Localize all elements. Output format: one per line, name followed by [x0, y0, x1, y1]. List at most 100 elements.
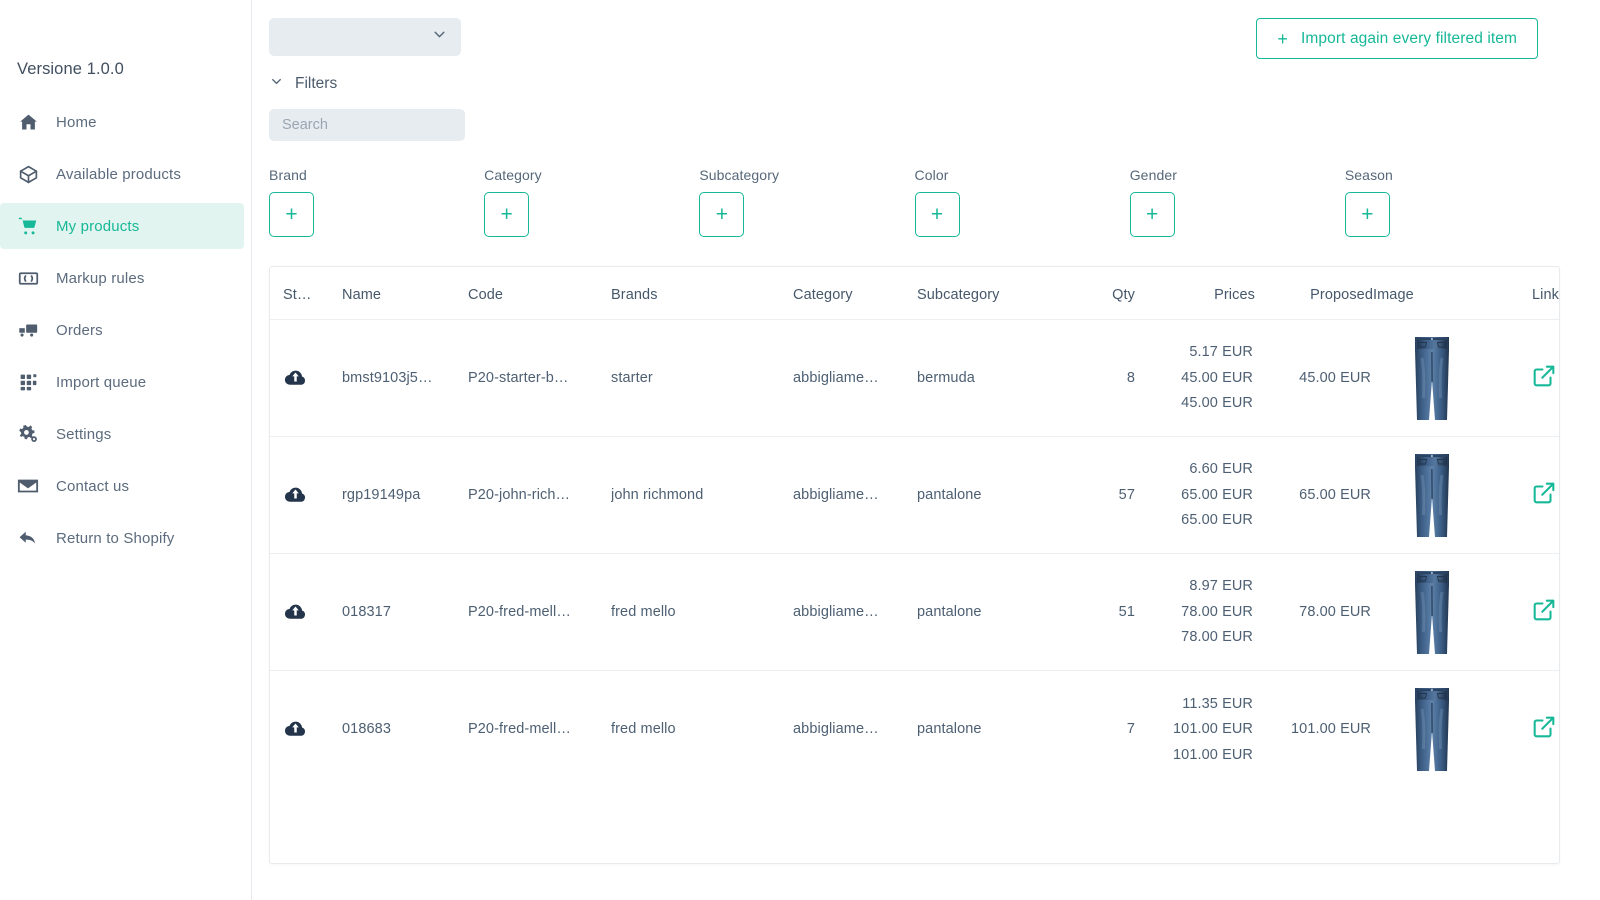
sidebar-item-return-to-shopify[interactable]: Return to Shopify — [0, 515, 244, 561]
column-header-image[interactable]: Image — [1373, 267, 1491, 320]
product-thumbnail — [1373, 685, 1491, 773]
cell-brand: starter — [611, 320, 793, 437]
filter-group-color: Color + — [915, 167, 1130, 237]
column-header-code[interactable]: Code — [468, 267, 611, 320]
filters-toggle[interactable]: Filters — [269, 74, 337, 94]
plus-icon: + — [1146, 204, 1158, 225]
back-arrow-icon — [17, 527, 39, 549]
external-link-icon[interactable] — [1531, 597, 1557, 627]
cell-subcategory: bermuda — [917, 320, 1057, 437]
add-color-filter-button[interactable]: + — [915, 192, 960, 237]
import-again-button[interactable]: + Import again every filtered item — [1256, 18, 1538, 59]
column-header-proposed[interactable]: Proposed — [1255, 267, 1373, 320]
jeans-thumbnail-svg — [1408, 568, 1456, 656]
proposed-price: 65.00 EUR — [1255, 487, 1373, 503]
sidebar-item-label: Contact us — [56, 478, 129, 495]
table-row[interactable]: 018683P20-fred-mell…fred melloabbigliame… — [270, 671, 1560, 788]
cloud-upload-icon[interactable] — [270, 717, 340, 742]
search-input[interactable] — [269, 109, 465, 141]
sidebar: Versione 1.0.0 Home Available products My … — [0, 0, 252, 900]
cell-name: rgp19149pa — [340, 437, 468, 554]
sidebar-item-label: Import queue — [56, 374, 146, 391]
cell-status — [270, 437, 340, 554]
chevron-down-icon — [269, 74, 284, 94]
cell-status — [270, 320, 340, 437]
proposed-price: 78.00 EUR — [1255, 604, 1373, 620]
sidebar-item-settings[interactable]: Settings — [0, 411, 244, 457]
column-header-subcategory[interactable]: Subcategory — [917, 267, 1057, 320]
sidebar-item-available-products[interactable]: Available products — [0, 151, 244, 197]
price-retail: 65.00 EUR — [1181, 488, 1253, 503]
sidebar-item-orders[interactable]: Orders — [0, 307, 244, 353]
cloud-upload-icon[interactable] — [270, 483, 340, 508]
sidebar-item-my-products[interactable]: My products — [0, 203, 244, 249]
cell-prices: 5.17 EUR45.00 EUR45.00 EUR — [1135, 320, 1255, 437]
column-header-category[interactable]: Category — [793, 267, 917, 320]
column-header-qty[interactable]: Qty — [1057, 267, 1135, 320]
grid-icon — [17, 371, 39, 393]
cell-link — [1491, 554, 1560, 671]
store-select-dropdown[interactable] — [269, 18, 461, 56]
column-header-prices[interactable]: Prices — [1135, 267, 1255, 320]
price-cost: 8.97 EUR — [1189, 579, 1253, 594]
products-table-card: St…NameCodeBrandsCategorySubcategoryQtyP… — [269, 266, 1560, 864]
add-category-filter-button[interactable]: + — [484, 192, 529, 237]
column-header-brand[interactable]: Brands — [611, 267, 793, 320]
external-link-icon[interactable] — [1531, 714, 1557, 744]
sidebar-nav: Home Available products My products Markup … — [0, 99, 251, 561]
add-brand-filter-button[interactable]: + — [269, 192, 314, 237]
table-row[interactable]: rgp19149paP20-john-rich…john richmondabb… — [270, 437, 1560, 554]
filter-label: Brand — [269, 167, 484, 183]
filter-group-brand: Brand + — [269, 167, 484, 237]
external-link-icon[interactable] — [1531, 480, 1557, 510]
cell-link — [1491, 437, 1560, 554]
column-header-link[interactable]: Link — [1491, 267, 1560, 320]
cell-status — [270, 671, 340, 788]
cell-prices: 6.60 EUR65.00 EUR65.00 EUR — [1135, 437, 1255, 554]
product-thumbnail — [1373, 334, 1491, 422]
proposed-price: 45.00 EUR — [1255, 370, 1373, 386]
cell-image — [1373, 554, 1491, 671]
external-link-icon[interactable] — [1531, 363, 1557, 393]
cell-brand: fred mello — [611, 671, 793, 788]
cell-proposed: 65.00 EUR — [1255, 437, 1373, 554]
add-season-filter-button[interactable]: + — [1345, 192, 1390, 237]
cell-subcategory: pantalone — [917, 671, 1057, 788]
filter-group-category: Category+ — [484, 167, 699, 237]
cell-code: P20-starter-b… — [468, 320, 611, 437]
sidebar-item-label: Home — [56, 114, 97, 131]
products-table: St…NameCodeBrandsCategorySubcategoryQtyP… — [270, 267, 1560, 788]
plus-icon: + — [1361, 204, 1373, 225]
cloud-upload-icon[interactable] — [270, 600, 340, 625]
version-label: Versione 1.0.0 — [0, 0, 251, 79]
filter-label: Season — [1345, 167, 1560, 183]
cell-image — [1373, 320, 1491, 437]
cell-image — [1373, 671, 1491, 788]
add-gender-filter-button[interactable]: + — [1130, 192, 1175, 237]
cell-qty: 7 — [1057, 671, 1135, 788]
filter-group-gender: Gender+ — [1130, 167, 1345, 237]
sidebar-item-home[interactable]: Home — [0, 99, 244, 145]
table-row[interactable]: bmst9103j5…P20-starter-b…starterabbiglia… — [270, 320, 1560, 437]
price-final: 78.00 EUR — [1181, 630, 1253, 645]
cloud-upload-icon[interactable] — [270, 366, 340, 391]
sidebar-item-label: Markup rules — [56, 270, 145, 287]
sidebar-item-markup-rules[interactable]: Markup rules — [0, 255, 244, 301]
column-header-name[interactable]: Name — [340, 267, 468, 320]
add-subcategory-filter-button[interactable]: + — [699, 192, 744, 237]
filter-group-row: Brand+Category+Subcategory+Color+Gender+… — [269, 167, 1560, 237]
sidebar-item-import-queue[interactable]: Import queue — [0, 359, 244, 405]
main-content: + Import again every filtered item Filte… — [252, 0, 1600, 900]
price-cost: 11.35 EUR — [1182, 697, 1253, 712]
sidebar-item-contact-us[interactable]: Contact us — [0, 463, 244, 509]
table-header-row: St…NameCodeBrandsCategorySubcategoryQtyP… — [270, 267, 1560, 320]
cell-name: 018317 — [340, 554, 468, 671]
table-row[interactable]: 018317P20-fred-mell…fred melloabbigliame… — [270, 554, 1560, 671]
plus-icon: + — [1277, 30, 1288, 48]
plus-icon: + — [931, 204, 943, 225]
filter-label: Color — [915, 167, 1130, 183]
column-header-status[interactable]: St… — [270, 267, 340, 320]
cell-proposed: 78.00 EUR — [1255, 554, 1373, 671]
cell-category: abbigliame… — [793, 437, 917, 554]
cell-name: bmst9103j5… — [340, 320, 468, 437]
